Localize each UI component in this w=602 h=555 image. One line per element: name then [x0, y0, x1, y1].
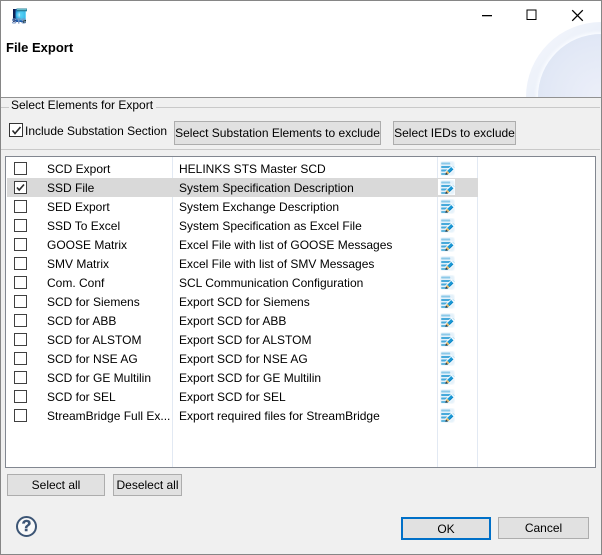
svg-text:STS: STS: [12, 17, 26, 25]
